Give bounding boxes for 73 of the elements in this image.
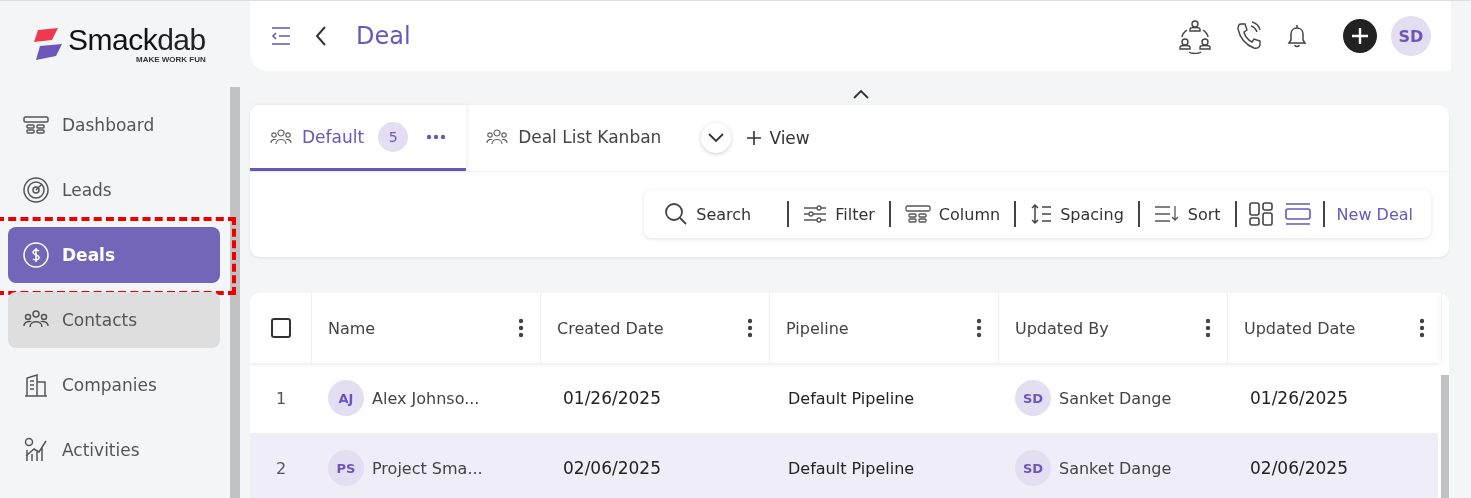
kebab-menu-icon[interactable] xyxy=(1205,318,1211,338)
new-deal-button[interactable]: New Deal xyxy=(1330,204,1419,224)
kebab-menu-icon[interactable] xyxy=(747,318,753,338)
avatar: AJ xyxy=(328,380,364,416)
people-icon xyxy=(486,128,509,145)
deal-name[interactable]: Alex Johnso... xyxy=(372,388,480,408)
column-header[interactable]: Updated Date xyxy=(1228,293,1442,363)
add-button[interactable] xyxy=(1343,19,1377,53)
chevron-icon xyxy=(852,89,869,99)
sidebar-item[interactable]: Companies xyxy=(8,357,220,413)
row-number: 2 xyxy=(275,458,287,478)
table-cell-text: 01/26/2025 xyxy=(562,388,661,408)
table-cell-text: 01/26/2025 xyxy=(1249,388,1348,408)
collapse-menu-icon[interactable] xyxy=(270,26,292,46)
list-icon xyxy=(1284,203,1311,225)
select-all-checkbox[interactable] xyxy=(270,318,291,338)
table-cell-text: Default Pipeline xyxy=(787,388,915,408)
add-view-button[interactable]: View xyxy=(741,127,816,149)
column-header[interactable]: Updated By xyxy=(999,293,1228,363)
avatar: SD xyxy=(1015,450,1051,486)
back-icon[interactable] xyxy=(314,25,328,47)
row-number: 1 xyxy=(275,388,287,408)
sidebar-item[interactable]: Deals xyxy=(8,227,220,283)
nav-icon xyxy=(22,371,50,399)
avatar: PS xyxy=(328,450,364,486)
table-cell-text: 02/06/2025 xyxy=(562,458,661,478)
team-icon[interactable] xyxy=(1177,18,1213,54)
sort-icon xyxy=(1153,204,1180,224)
sidebar-item[interactable]: Dashboard xyxy=(8,97,220,153)
nav-icon xyxy=(22,241,50,269)
people-icon xyxy=(270,128,292,145)
search-icon xyxy=(664,202,689,226)
column-header[interactable]: Pipeline xyxy=(770,293,999,363)
table-cell: Sanket Dange xyxy=(1059,458,1172,478)
toolbar-button[interactable]: Filter xyxy=(795,204,883,224)
nav-icon xyxy=(22,436,50,464)
sliders-icon xyxy=(803,205,828,223)
table-cell-text: Default Pipeline xyxy=(787,458,915,478)
view-tab[interactable]: Deal List Kanban xyxy=(466,105,682,171)
kebab-menu-icon[interactable] xyxy=(976,318,982,338)
nav-icon xyxy=(22,176,50,204)
toolbar-button[interactable]: Sort xyxy=(1145,204,1229,224)
table-cell: Sanket Dange xyxy=(1059,388,1172,408)
phone-icon[interactable] xyxy=(1235,21,1263,51)
kebab-menu-icon[interactable] xyxy=(1419,318,1425,338)
sidebar-item[interactable]: Leads xyxy=(8,162,220,218)
toolbar-button[interactable]: Spacing xyxy=(1022,203,1132,225)
logo-tagline: MAKE WORK FUN xyxy=(134,54,206,64)
toolbar-button[interactable]: Search xyxy=(656,202,782,226)
avatar: SD xyxy=(1015,380,1051,416)
deal-name[interactable]: Project Sma... xyxy=(372,458,483,478)
more-icon[interactable] xyxy=(426,133,447,140)
table-row[interactable]: 1 AJ Alex Johnso... 01/26/2025 Default Pipeline SD Sanket Dange 01/26/2025 xyxy=(250,363,1438,433)
page-title: Deal xyxy=(356,22,411,50)
table-cell-text: 02/06/2025 xyxy=(1249,458,1348,478)
chevron-down-icon xyxy=(708,133,725,143)
columns-icon xyxy=(904,205,931,223)
line-spacing-icon xyxy=(1030,203,1053,225)
count-badge: 5 xyxy=(378,121,409,152)
grid-icon xyxy=(1248,202,1273,226)
user-avatar[interactable]: SD xyxy=(1391,16,1431,56)
column-header[interactable]: Created Date xyxy=(541,293,770,363)
bell-icon[interactable] xyxy=(1285,23,1309,49)
toolbar-button[interactable]: Column xyxy=(896,204,1009,224)
logo-wordmark: Smackdab xyxy=(68,24,206,55)
table-row[interactable]: 2 PS Project Sma... 02/06/2025 Default Pipeline SD Sanket Dange 02/06/2025 xyxy=(250,433,1438,498)
sidebar-item[interactable]: Activities xyxy=(8,422,220,478)
sidebar-item[interactable]: Contacts xyxy=(8,292,220,348)
kebab-menu-icon[interactable] xyxy=(518,318,524,338)
plus-icon xyxy=(1351,27,1369,45)
view-tab[interactable]: Default 5 xyxy=(250,105,467,171)
column-header[interactable]: Name xyxy=(312,293,541,363)
plus-icon xyxy=(747,131,762,145)
